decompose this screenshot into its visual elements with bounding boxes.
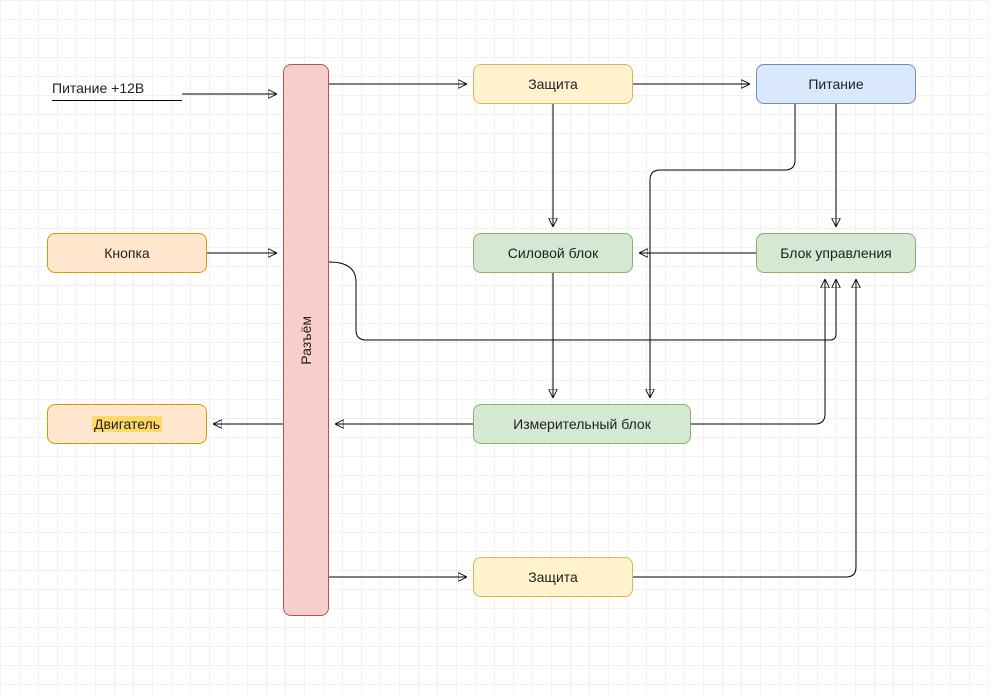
input-power-label: Питание +12В	[52, 80, 182, 101]
node-protection-top[interactable]: Защита	[473, 64, 633, 104]
node-protection-bottom-label: Защита	[528, 569, 578, 585]
node-protection-top-label: Защита	[528, 76, 578, 92]
node-control-block-label: Блок управления	[780, 245, 892, 261]
diagram-canvas: { "input_label": "Питание +12В", "nodes"…	[0, 0, 989, 694]
node-measure-block[interactable]: Измерительный блок	[473, 404, 691, 444]
node-motor[interactable]: Двигатель	[47, 404, 207, 444]
node-power-block[interactable]: Силовой блок	[473, 233, 633, 273]
node-button[interactable]: Кнопка	[47, 233, 207, 273]
node-connector[interactable]: Разъём	[283, 64, 329, 616]
node-motor-label: Двигатель	[92, 416, 162, 432]
node-power-supply[interactable]: Питание	[756, 64, 916, 104]
node-control-block[interactable]: Блок управления	[756, 233, 916, 273]
node-connector-label: Разъём	[298, 316, 314, 365]
node-power-supply-label: Питание	[808, 76, 863, 92]
node-power-block-label: Силовой блок	[508, 245, 598, 261]
node-button-label: Кнопка	[104, 245, 149, 261]
node-protection-bottom[interactable]: Защита	[473, 557, 633, 597]
node-measure-block-label: Измерительный блок	[513, 416, 651, 432]
